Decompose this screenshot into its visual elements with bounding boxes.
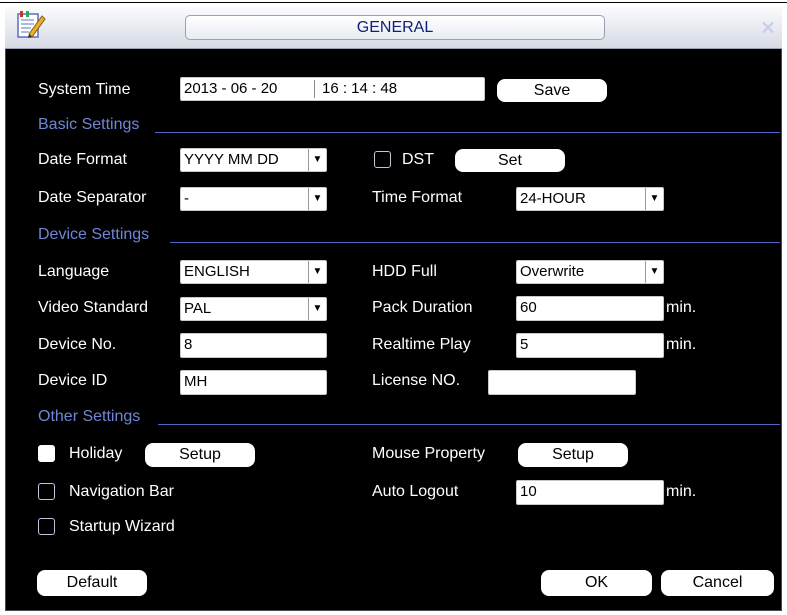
chevron-down-icon[interactable]: ▼ <box>308 298 326 320</box>
navigation-bar-checkbox[interactable] <box>38 483 55 500</box>
dst-label: DST <box>402 151 434 168</box>
time-format-dropdown[interactable]: 24-HOUR ▼ <box>516 187 664 211</box>
date-separator-dropdown[interactable]: - ▼ <box>180 187 327 211</box>
mouse-setup-button[interactable]: Setup <box>518 443 628 467</box>
hdd-full-dropdown[interactable]: Overwrite ▼ <box>516 260 664 284</box>
other-settings-divider <box>158 424 780 425</box>
date-separator-label: Date Separator <box>38 189 147 206</box>
cancel-button[interactable]: Cancel <box>661 570 774 596</box>
auto-logout-input[interactable]: 10 <box>516 480 664 505</box>
system-time-field[interactable]: 2013 - 06 - 20 16 : 14 : 48 <box>180 77 485 101</box>
holiday-label: Holiday <box>69 445 123 462</box>
device-no-label: Device No. <box>38 336 117 353</box>
auto-logout-label: Auto Logout <box>372 483 459 500</box>
pack-duration-input[interactable]: 60 <box>516 296 664 321</box>
chevron-down-icon[interactable]: ▼ <box>308 149 326 171</box>
video-standard-dropdown[interactable]: PAL ▼ <box>180 297 327 321</box>
other-settings-header: Other Settings <box>38 408 141 425</box>
time-format-label: Time Format <box>372 189 463 206</box>
auto-logout-unit: min. <box>666 483 697 500</box>
startup-wizard-checkbox[interactable] <box>38 518 55 535</box>
close-x-icon[interactable]: ✕ <box>758 17 778 39</box>
chevron-down-icon[interactable]: ▼ <box>308 261 326 283</box>
realtime-play-label: Realtime Play <box>372 336 471 353</box>
language-value: ENGLISH <box>184 263 250 280</box>
device-no-input[interactable]: 8 <box>180 333 327 358</box>
chevron-down-icon[interactable]: ▼ <box>308 188 326 210</box>
save-button[interactable]: Save <box>497 79 607 102</box>
basic-settings-header: Basic Settings <box>38 116 140 133</box>
device-id-label: Device ID <box>38 372 108 389</box>
date-format-dropdown[interactable]: YYYY MM DD ▼ <box>180 148 327 172</box>
default-button[interactable]: Default <box>37 570 147 596</box>
device-settings-header: Device Settings <box>38 226 150 243</box>
mouse-property-label: Mouse Property <box>372 445 485 462</box>
system-clock-value[interactable]: 16 : 14 : 48 <box>322 78 397 100</box>
settings-notepad-icon <box>15 10 47 40</box>
hdd-full-label: HDD Full <box>372 263 437 280</box>
date-time-divider <box>314 80 315 98</box>
date-separator-value: - <box>184 190 189 207</box>
pack-duration-unit: min. <box>666 299 697 316</box>
holiday-setup-button[interactable]: Setup <box>145 443 255 467</box>
basic-settings-divider <box>155 132 780 133</box>
window-title: GENERAL <box>185 15 605 40</box>
video-standard-value: PAL <box>184 300 212 317</box>
language-label: Language <box>38 263 110 280</box>
startup-wizard-label: Startup Wizard <box>69 518 175 535</box>
holiday-checkbox[interactable] <box>38 445 55 462</box>
top-border-line <box>0 2 787 3</box>
license-no-input[interactable] <box>488 370 636 395</box>
chevron-down-icon[interactable]: ▼ <box>645 261 663 283</box>
realtime-play-input[interactable]: 5 <box>516 333 664 358</box>
realtime-play-unit: min. <box>666 336 697 353</box>
chevron-down-icon[interactable]: ▼ <box>645 188 663 210</box>
device-id-input[interactable]: MH <box>180 370 327 395</box>
language-dropdown[interactable]: ENGLISH ▼ <box>180 260 327 284</box>
navigation-bar-label: Navigation Bar <box>69 483 174 500</box>
time-format-value: 24-HOUR <box>520 190 586 207</box>
ok-button[interactable]: OK <box>541 570 652 596</box>
hdd-full-value: Overwrite <box>520 263 585 280</box>
date-format-value: YYYY MM DD <box>184 151 279 168</box>
system-time-label: System Time <box>38 81 131 98</box>
license-no-label: License NO. <box>372 372 461 389</box>
system-date-value[interactable]: 2013 - 06 - 20 <box>184 78 277 100</box>
device-settings-divider <box>170 242 780 243</box>
video-standard-label: Video Standard <box>38 299 149 316</box>
dst-checkbox[interactable] <box>374 151 391 168</box>
pack-duration-label: Pack Duration <box>372 299 473 316</box>
dst-set-button[interactable]: Set <box>455 149 565 172</box>
date-format-label: Date Format <box>38 151 127 168</box>
